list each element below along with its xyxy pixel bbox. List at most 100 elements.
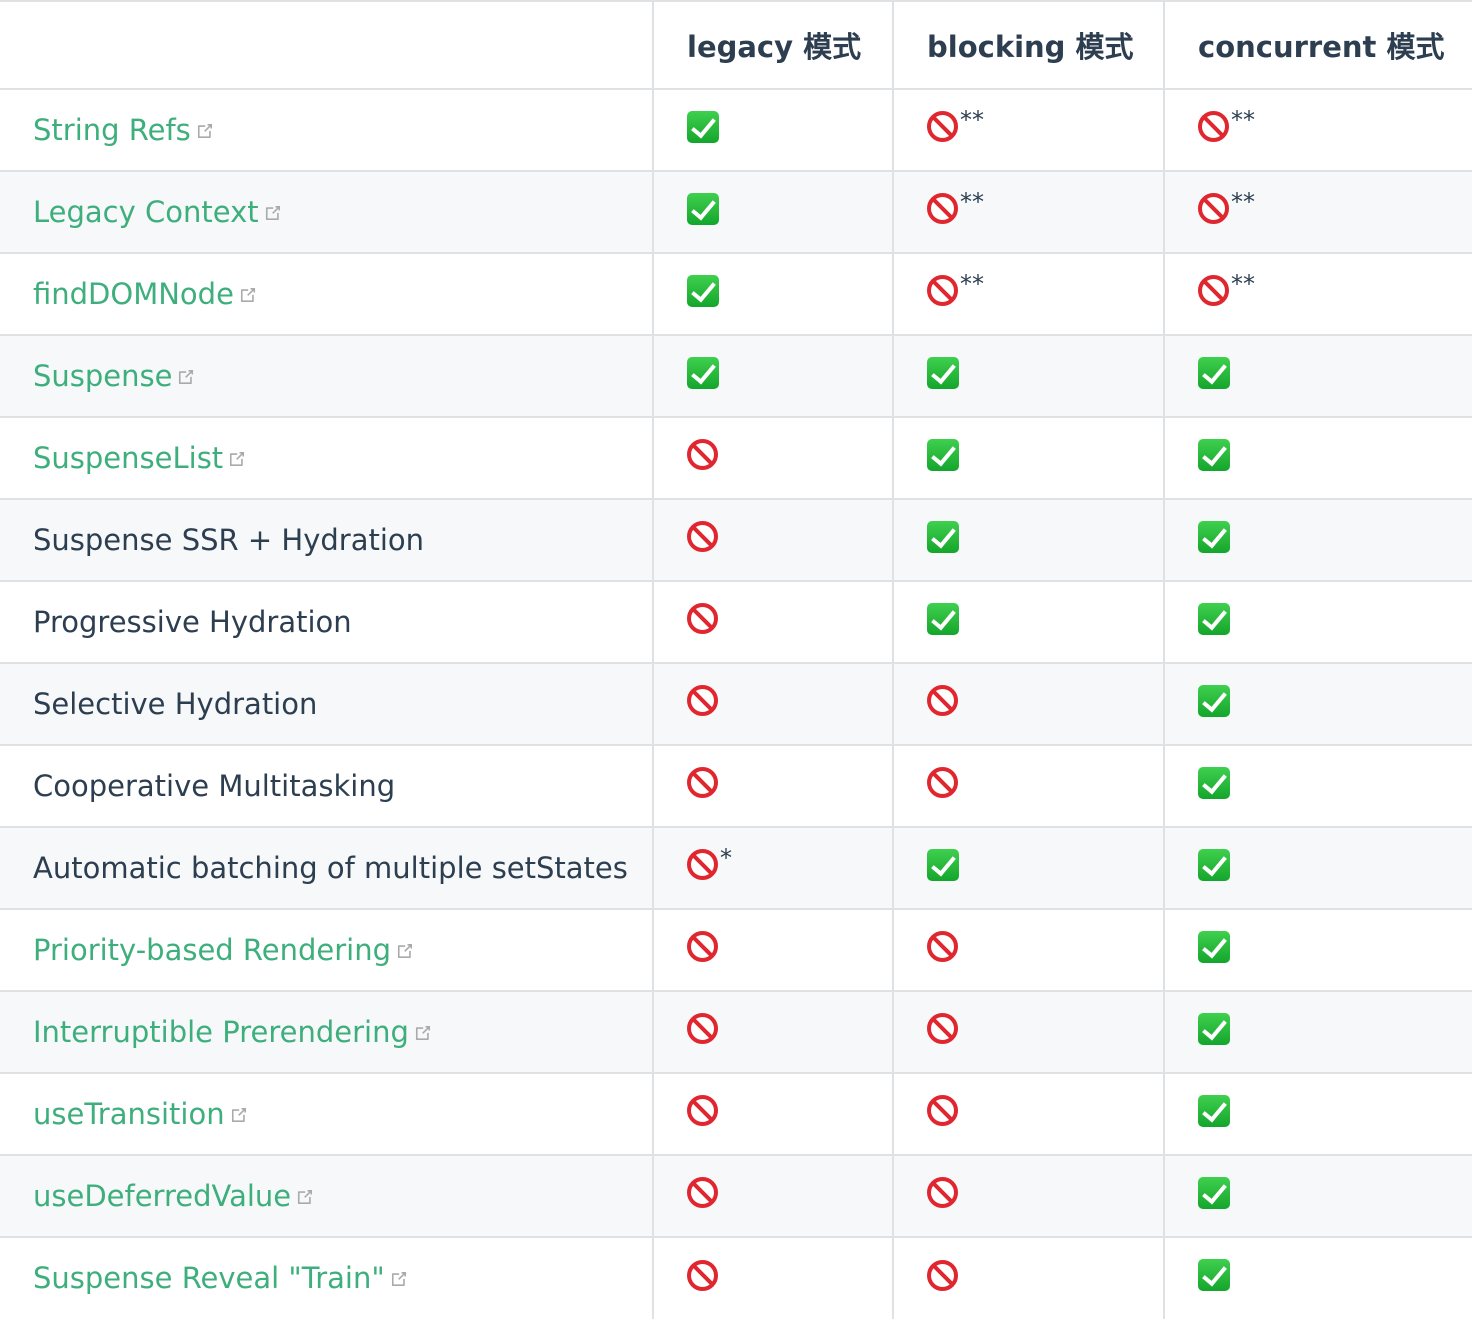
no-entry-icon <box>927 1259 958 1291</box>
support-status: ** <box>1198 272 1255 306</box>
feature-label: findDOMNode <box>33 276 234 311</box>
table-row: Progressive Hydration <box>0 580 1472 664</box>
feature-link[interactable]: useDeferredValue <box>33 1179 315 1213</box>
check-mark-icon <box>1198 848 1230 881</box>
feature-link[interactable]: findDOMNode <box>33 277 258 311</box>
external-link-icon <box>389 1262 409 1296</box>
feature-label: useDeferredValue <box>33 1178 292 1213</box>
blocking-mode-cell <box>892 498 1165 582</box>
feature-label: Selective Hydration <box>33 687 318 721</box>
feature-label: Automatic batching of multiple setStates <box>33 851 628 885</box>
table-row: Suspense Reveal "Train" <box>0 1236 1472 1319</box>
feature-label: String Refs <box>33 112 191 147</box>
no-entry-icon <box>927 1013 958 1044</box>
support-status <box>1198 520 1230 553</box>
no-entry-icon <box>687 439 718 470</box>
feature-cell: Suspense Reveal "Train" <box>0 1236 654 1319</box>
no-entry-icon <box>687 931 718 962</box>
support-status <box>687 931 718 962</box>
check-mark-icon <box>687 192 719 225</box>
legacy-mode-cell <box>652 88 894 172</box>
feature-label: Legacy Context <box>33 194 259 229</box>
feature-label: SuspenseList <box>33 440 224 475</box>
support-status <box>687 1259 718 1291</box>
concurrent-mode-cell: ** <box>1163 252 1472 336</box>
legacy-mode-cell <box>652 416 894 500</box>
support-status <box>687 1013 718 1044</box>
external-link-icon <box>395 934 415 968</box>
feature-cell: Cooperative Multitasking <box>0 744 654 828</box>
no-entry-icon <box>927 111 958 142</box>
support-status <box>687 603 718 634</box>
feature-link[interactable]: Suspense Reveal "Train" <box>33 1261 409 1295</box>
table-row: useDeferredValue <box>0 1154 1472 1238</box>
support-status <box>1198 684 1230 717</box>
feature-cell: Interruptible Prerendering <box>0 990 654 1074</box>
legacy-mode-cell <box>652 170 894 254</box>
support-status <box>1198 766 1230 799</box>
blocking-mode-cell <box>892 662 1165 746</box>
support-status <box>687 685 718 716</box>
footnote-marker: * <box>720 844 732 872</box>
blocking-mode-cell: ** <box>892 170 1165 254</box>
feature-link[interactable]: SuspenseList <box>33 441 247 475</box>
feature-label: Suspense Reveal "Train" <box>33 1261 385 1295</box>
blocking-mode-cell <box>892 744 1165 828</box>
concurrent-mode-cell: ** <box>1163 170 1472 254</box>
legacy-mode-cell <box>652 744 894 828</box>
check-mark-icon <box>1198 438 1230 471</box>
no-entry-icon <box>1198 275 1229 306</box>
check-mark-icon <box>927 520 959 553</box>
check-mark-icon <box>1198 1176 1230 1209</box>
support-status <box>1198 1176 1230 1209</box>
no-entry-icon <box>927 275 958 306</box>
no-entry-icon <box>687 685 718 716</box>
no-entry-icon <box>1198 193 1229 224</box>
concurrent-mode-cell: ** <box>1163 88 1472 172</box>
table-row: Automatic batching of multiple setStates… <box>0 826 1472 910</box>
table-row: String Refs ** ** <box>0 88 1472 172</box>
concurrent-mode-cell <box>1163 662 1472 746</box>
feature-cell: useTransition <box>0 1072 654 1156</box>
no-entry-icon <box>687 849 718 880</box>
external-link-icon <box>295 1180 315 1214</box>
no-entry-icon <box>687 767 718 798</box>
feature-label: Progressive Hydration <box>33 605 352 639</box>
legacy-mode-cell <box>652 990 894 1074</box>
check-mark-icon <box>1198 766 1230 799</box>
support-status <box>687 439 718 470</box>
support-status <box>687 767 718 798</box>
feature-link[interactable]: useTransition <box>33 1097 249 1131</box>
feature-cell: SuspenseList <box>0 416 654 500</box>
feature-cell: Selective Hydration <box>0 662 654 746</box>
no-entry-icon <box>927 931 958 962</box>
feature-cell: Legacy Context <box>0 170 654 254</box>
footnote-marker: ** <box>1231 106 1255 134</box>
feature-link[interactable]: String Refs <box>33 113 215 147</box>
support-status: ** <box>927 108 984 142</box>
support-status <box>1198 602 1230 635</box>
header-concurrent-mode: concurrent 模式 <box>1163 0 1472 90</box>
no-entry-icon <box>687 1259 718 1291</box>
check-mark-icon <box>1198 1012 1230 1045</box>
support-status <box>927 438 959 471</box>
support-status <box>927 520 959 553</box>
check-mark-icon <box>927 848 959 881</box>
header-feature <box>0 0 654 90</box>
feature-link[interactable]: Priority-based Rendering <box>33 933 415 967</box>
concurrent-mode-cell <box>1163 416 1472 500</box>
blocking-mode-cell <box>892 990 1165 1074</box>
feature-cell: Priority-based Rendering <box>0 908 654 992</box>
legacy-mode-cell <box>652 252 894 336</box>
feature-link[interactable]: Interruptible Prerendering <box>33 1015 433 1049</box>
concurrent-mode-cell <box>1163 580 1472 664</box>
no-entry-icon <box>1198 111 1229 142</box>
feature-label: Priority-based Rendering <box>33 932 392 967</box>
feature-link[interactable]: Legacy Context <box>33 195 283 229</box>
check-mark-icon <box>687 110 719 143</box>
external-link-icon <box>413 1016 433 1050</box>
feature-label: Cooperative Multitasking <box>33 769 396 803</box>
support-status <box>927 848 959 881</box>
blocking-mode-cell <box>892 580 1165 664</box>
feature-link[interactable]: Suspense <box>33 359 196 393</box>
